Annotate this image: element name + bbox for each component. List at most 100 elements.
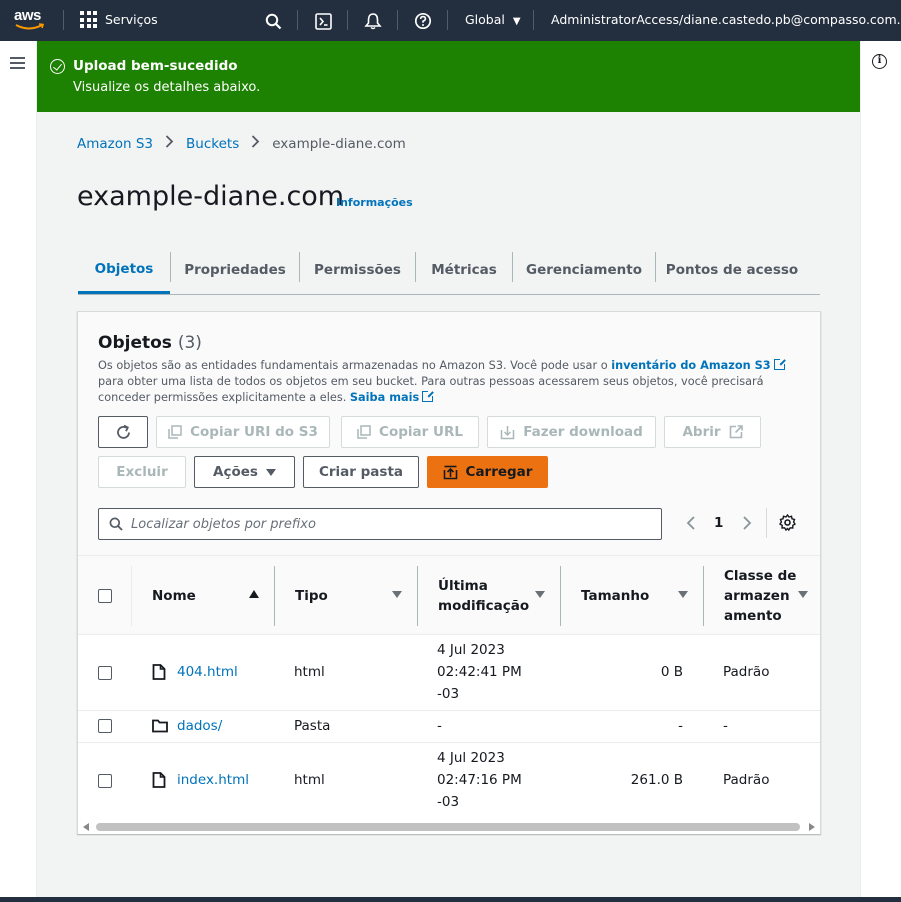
inventory-link[interactable]: inventário do Amazon S3 bbox=[611, 359, 770, 372]
breadcrumb-current: example-diane.com bbox=[272, 135, 406, 152]
bottom-bar bbox=[0, 897, 901, 902]
open-button[interactable]: Abrir bbox=[664, 416, 761, 448]
objects-title-text: Objetos bbox=[98, 333, 172, 353]
sort-icon[interactable] bbox=[392, 591, 402, 598]
page-number[interactable]: 1 bbox=[714, 515, 723, 531]
sort-icon[interactable] bbox=[798, 591, 808, 598]
row-checkbox[interactable] bbox=[98, 666, 112, 680]
info-panel-icon[interactable]: i bbox=[872, 54, 887, 69]
breadcrumb-amazon-s3[interactable]: Amazon S3 bbox=[77, 136, 153, 152]
services-menu[interactable]: Serviços bbox=[80, 11, 158, 28]
sort-icon[interactable] bbox=[678, 591, 688, 598]
objects-title: Objetos (3) bbox=[98, 333, 202, 353]
caret-down-icon: ▼ bbox=[512, 16, 521, 27]
scroll-right-icon[interactable] bbox=[809, 823, 815, 831]
aws-logo[interactable]: aws bbox=[14, 8, 48, 34]
breadcrumb: Amazon S3 Buckets example-diane.com bbox=[77, 135, 406, 152]
sort-ascending-icon[interactable] bbox=[249, 590, 259, 598]
nav-divider bbox=[297, 10, 298, 30]
top-navigation: aws Serviços Global ▼ AdministratorAcces… bbox=[0, 0, 901, 41]
breadcrumb-buckets[interactable]: Buckets bbox=[186, 136, 239, 152]
select-all-checkbox[interactable] bbox=[98, 589, 112, 603]
column-type[interactable]: Tipo bbox=[295, 586, 328, 606]
tab-permissions[interactable]: Permissões bbox=[300, 246, 415, 294]
column-storage-class-line: armazen bbox=[724, 588, 790, 604]
modified-line: -03 bbox=[437, 686, 460, 702]
objects-count: (3) bbox=[177, 333, 202, 353]
sort-icon[interactable] bbox=[535, 591, 545, 598]
table-row[interactable]: dados/ Pasta - - - bbox=[78, 711, 820, 743]
column-last-modified[interactable]: Última modificação bbox=[438, 576, 529, 616]
scroll-left-icon[interactable] bbox=[83, 823, 89, 831]
search-icon[interactable] bbox=[263, 11, 283, 31]
search-input[interactable] bbox=[131, 516, 651, 532]
account-menu[interactable]: AdministratorAccess/diane.castedo.pb@com… bbox=[551, 12, 901, 27]
refresh-button[interactable] bbox=[98, 416, 148, 448]
object-storage-class: - bbox=[723, 718, 728, 734]
aws-smile-icon bbox=[15, 23, 45, 30]
prefix-search[interactable] bbox=[98, 508, 662, 540]
modified-line: 4 Jul 2023 bbox=[437, 750, 505, 766]
page-title: example-diane.com bbox=[77, 181, 345, 212]
menu-icon[interactable] bbox=[10, 57, 25, 72]
learn-more-link[interactable]: Saiba mais bbox=[350, 391, 419, 404]
caret-down-icon bbox=[265, 468, 276, 476]
chevron-right-icon bbox=[165, 135, 174, 152]
region-selector[interactable]: Global ▼ bbox=[465, 12, 521, 27]
object-link[interactable]: dados/ bbox=[177, 718, 222, 734]
object-link[interactable]: 404.html bbox=[177, 664, 238, 680]
copy-url-button[interactable]: Copiar URL bbox=[341, 416, 479, 448]
upload-button[interactable]: Carregar bbox=[427, 456, 548, 488]
object-type: html bbox=[294, 664, 325, 680]
next-page-icon[interactable] bbox=[742, 516, 752, 534]
tab-objects[interactable]: Objetos bbox=[78, 246, 170, 294]
info-link[interactable]: Informações bbox=[336, 196, 413, 209]
object-link[interactable]: index.html bbox=[177, 772, 249, 788]
tab-management[interactable]: Gerenciamento bbox=[513, 246, 655, 294]
settings-gear-icon[interactable] bbox=[779, 513, 796, 535]
tab-list: Objetos Propriedades Permissões Métricas… bbox=[78, 246, 820, 295]
object-storage-class: Padrão bbox=[723, 664, 770, 680]
column-name[interactable]: Nome bbox=[152, 586, 196, 606]
object-name: index.html bbox=[177, 769, 249, 791]
row-checkbox[interactable] bbox=[98, 774, 112, 788]
previous-page-icon[interactable] bbox=[686, 516, 696, 534]
modified-line: -03 bbox=[437, 794, 460, 810]
nav-divider bbox=[447, 10, 448, 30]
scrollbar-thumb[interactable] bbox=[96, 823, 800, 831]
flash-message: Visualize os detalhes abaixo. bbox=[73, 80, 261, 95]
check-circle-icon bbox=[50, 59, 65, 74]
object-size: 261.0 B bbox=[630, 772, 683, 788]
object-size: - bbox=[678, 718, 683, 734]
object-name: dados/ bbox=[177, 715, 222, 737]
th-divider bbox=[131, 566, 132, 626]
help-icon[interactable] bbox=[413, 11, 433, 31]
horizontal-scrollbar[interactable] bbox=[78, 820, 820, 834]
object-name: 404.html bbox=[177, 661, 238, 683]
column-storage-class[interactable]: Classe de armazen amento bbox=[724, 566, 796, 626]
chevron-right-icon bbox=[251, 135, 260, 152]
external-link-icon bbox=[773, 358, 786, 370]
table-row[interactable]: index.html html 4 Jul 2023 02:47:16 PM -… bbox=[78, 743, 820, 820]
notifications-icon[interactable] bbox=[363, 11, 383, 31]
column-size[interactable]: Tamanho bbox=[581, 586, 649, 606]
download-button[interactable]: Fazer download bbox=[487, 416, 656, 448]
table-row[interactable]: 404.html html 4 Jul 2023 02:42:41 PM -03… bbox=[78, 635, 820, 711]
column-storage-class-line: Classe de bbox=[724, 568, 797, 584]
cloudshell-icon[interactable] bbox=[313, 11, 333, 31]
file-icon bbox=[152, 664, 166, 680]
tab-access-points[interactable]: Pontos de acesso bbox=[656, 246, 808, 294]
modified-line: 4 Jul 2023 bbox=[437, 642, 505, 658]
tab-metrics[interactable]: Métricas bbox=[416, 246, 512, 294]
copy-s3-uri-button[interactable]: Copiar URI do S3 bbox=[156, 416, 330, 448]
objects-header: Objetos (3) Os objetos são as entidades … bbox=[78, 312, 820, 555]
delete-button[interactable]: Excluir bbox=[98, 456, 186, 488]
actions-dropdown[interactable]: Ações bbox=[194, 456, 295, 488]
copy-s3-uri-label: Copiar URI do S3 bbox=[190, 424, 318, 440]
row-checkbox[interactable] bbox=[98, 719, 112, 733]
copy-icon bbox=[168, 425, 182, 439]
grid-icon bbox=[80, 11, 97, 28]
tab-properties[interactable]: Propriedades bbox=[171, 246, 299, 294]
account-label: AdministratorAccess/diane.castedo.pb@com… bbox=[551, 12, 901, 27]
create-folder-button[interactable]: Criar pasta bbox=[303, 456, 419, 488]
